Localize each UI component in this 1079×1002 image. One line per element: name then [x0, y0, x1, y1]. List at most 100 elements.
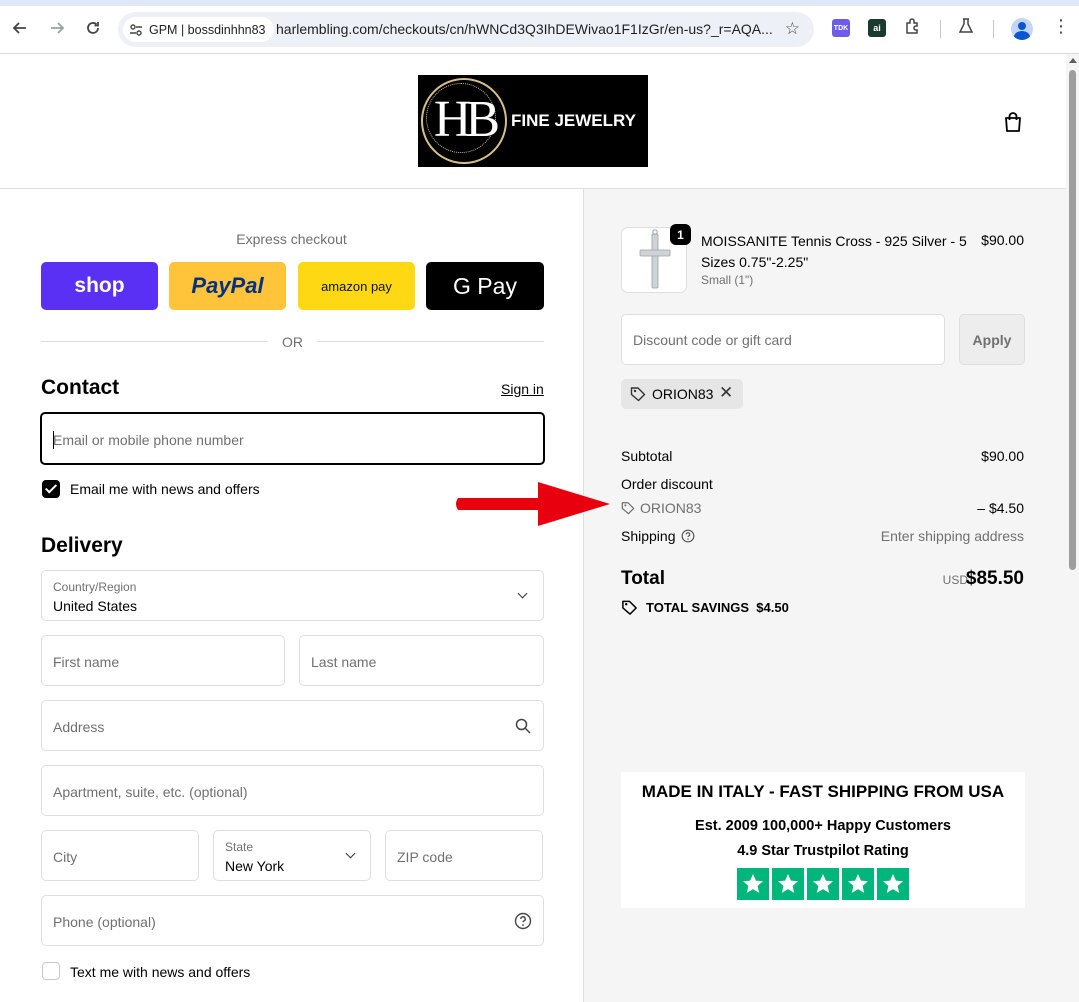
amazon-pay-label: amazon pay — [321, 278, 392, 294]
toolbar-divider — [993, 20, 994, 38]
extensions-puzzle-icon[interactable] — [904, 17, 922, 40]
sms-news-label: Text me with news and offers — [70, 964, 251, 980]
country-label: Country/Region — [53, 580, 137, 594]
last-name-field[interactable]: Last name — [299, 635, 544, 686]
phone-placeholder: Phone (optional) — [53, 914, 156, 930]
shipping-value: Enter shipping address — [880, 528, 1024, 544]
discount-code-input[interactable]: Discount code or gift card — [621, 314, 945, 365]
google-pay-button[interactable]: G Pay — [426, 262, 544, 310]
ai-extension-icon[interactable]: ai — [868, 19, 886, 37]
apply-discount-button[interactable]: Apply — [959, 314, 1025, 365]
tag-icon — [630, 387, 646, 402]
order-discount-label: Order discount — [621, 476, 713, 492]
page-scrollbar[interactable] — [1066, 54, 1079, 1002]
country-value: United States — [53, 598, 138, 614]
trustpilot-star-icon — [877, 868, 909, 900]
address-field[interactable]: Address — [41, 700, 544, 751]
total-savings: TOTAL SAVINGS $4.50 — [646, 600, 789, 615]
scroll-up-arrow-icon[interactable] — [1069, 58, 1077, 63]
shop-pay-button[interactable]: shop — [41, 262, 158, 310]
reload-icon[interactable] — [81, 16, 105, 40]
email-placeholder: Email or mobile phone number — [53, 432, 244, 448]
total-currency: USD — [942, 573, 968, 587]
logo-monogram: HB — [433, 91, 500, 148]
sms-news-checkbox[interactable] — [42, 962, 60, 980]
banner-headline: MADE IN ITALY - FAST SHIPPING FROM USA — [641, 782, 1005, 801]
tab-strip — [0, 0, 1079, 6]
logo-text: FINE JEWELRY — [511, 111, 636, 130]
browser-toolbar: GPM | bossdinhhn83 harlembling.com/check… — [0, 0, 1079, 54]
back-icon[interactable] — [8, 16, 32, 40]
subtotal-value: $90.00 — [981, 448, 1024, 464]
cart-bag-icon[interactable] — [1003, 111, 1023, 133]
checkout-form: Express checkout shop PayPal amazon pay … — [0, 189, 583, 1002]
savings-value: $4.50 — [756, 600, 789, 615]
shipping-label: Shipping — [621, 528, 676, 544]
menu-kebab-icon[interactable]: ⋮ — [1052, 17, 1070, 35]
total-label: Total — [621, 568, 665, 589]
trustpilot-star-icon — [807, 868, 839, 900]
trustpilot-star-icon — [772, 868, 804, 900]
labs-flask-icon[interactable] — [957, 17, 975, 40]
phone-field[interactable]: Phone (optional) — [41, 895, 544, 946]
city-field[interactable]: City — [41, 830, 199, 881]
applied-code-text: ORION83 — [652, 386, 714, 402]
discount-placeholder: Discount code or gift card — [633, 332, 792, 348]
trustpilot-stars — [737, 868, 909, 900]
applied-code-chip: ORION83 ✕ — [621, 379, 743, 409]
email-field[interactable]: Email or mobile phone number — [40, 412, 545, 465]
state-value: New York — [225, 858, 285, 874]
bookmark-star-icon[interactable]: ☆ — [785, 19, 800, 39]
apartment-field[interactable]: Apartment, suite, etc. (optional) — [41, 765, 544, 816]
trustpilot-star-icon — [842, 868, 874, 900]
sign-in-link[interactable]: Sign in — [501, 381, 544, 397]
apartment-placeholder: Apartment, suite, etc. (optional) — [53, 784, 248, 800]
site-info-chip[interactable]: GPM | bossdinhhn83 — [123, 17, 274, 42]
email-news-checkbox[interactable] — [42, 480, 60, 498]
contact-heading: Contact — [41, 376, 120, 399]
url-text[interactable]: harlembling.com/checkouts/cn/hWNCd3Q3IhD… — [276, 21, 773, 37]
address-bar[interactable]: GPM | bossdinhhn83 harlembling.com/check… — [118, 12, 814, 47]
scroll-thumb[interactable] — [1069, 70, 1076, 570]
or-divider: OR — [41, 333, 544, 351]
profile-avatar[interactable] — [1011, 18, 1033, 40]
tag-icon — [621, 502, 635, 515]
last-name-placeholder: Last name — [311, 654, 377, 670]
shop-pay-label: shop — [74, 274, 125, 297]
first-name-field[interactable]: First name — [41, 635, 285, 686]
product-name: MOISSANITE Tennis Cross - 925 Silver - 5… — [701, 233, 967, 270]
tdk-extension-icon[interactable]: TDK — [832, 19, 850, 37]
banner-rating: 4.9 Star Trustpilot Rating — [737, 843, 909, 859]
address-placeholder: Address — [53, 719, 105, 735]
store-logo[interactable]: HB FINE JEWELRY — [418, 75, 648, 167]
zip-field[interactable]: ZIP code — [385, 830, 543, 881]
help-circle-icon[interactable] — [681, 529, 695, 543]
country-select[interactable]: Country/Region United States — [41, 570, 544, 621]
forward-icon[interactable] — [45, 16, 69, 40]
help-circle-icon[interactable] — [514, 912, 532, 930]
zip-placeholder: ZIP code — [397, 849, 453, 865]
total-value: $85.50 — [965, 568, 1024, 589]
remove-code-icon[interactable]: ✕ — [719, 383, 733, 403]
discount-code-label: ORION83 — [640, 500, 702, 516]
state-label: State — [225, 840, 254, 854]
red-arrow-annotation — [456, 482, 610, 526]
trustpilot-star-icon — [737, 868, 769, 900]
trust-banner: MADE IN ITALY - FAST SHIPPING FROM USA E… — [621, 772, 1025, 908]
banner-customers: Est. 2009 100,000+ Happy Customers — [695, 818, 951, 834]
chevron-down-icon — [517, 588, 528, 599]
tune-icon — [130, 23, 142, 36]
amazon-pay-button[interactable]: amazon pay — [298, 262, 415, 310]
or-label: OR — [282, 334, 303, 350]
chevron-down-icon — [345, 848, 356, 859]
savings-tag-icon — [622, 600, 637, 615]
order-summary: 1 MOISSANITE Tennis Cross - 925 Silver -… — [583, 189, 1066, 1002]
city-placeholder: City — [53, 849, 78, 865]
paypal-label: PayPal — [191, 273, 264, 298]
site-header: HB FINE JEWELRY — [0, 54, 1066, 189]
email-news-label: Email me with news and offers — [70, 481, 260, 497]
discount-amount: – $4.50 — [977, 500, 1024, 516]
state-select[interactable]: State New York — [213, 830, 371, 881]
savings-label: TOTAL SAVINGS — [646, 600, 750, 615]
paypal-button[interactable]: PayPal — [169, 262, 286, 310]
